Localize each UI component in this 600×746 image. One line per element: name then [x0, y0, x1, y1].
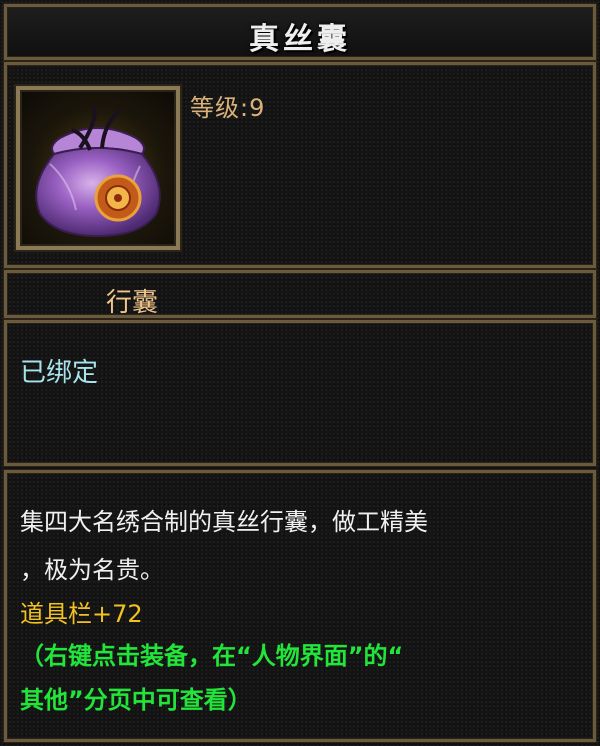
item-tooltip: 真丝囊 等级:9 行囊 已绑定 集四大名绣合制的真丝行囊，做工精美 ，极为名贵。…: [0, 0, 600, 746]
description-line-2: ，极为名贵。: [20, 556, 164, 584]
item-category: 行囊: [106, 288, 159, 318]
bind-status-box: [4, 320, 596, 466]
bind-status: 已绑定: [20, 358, 99, 388]
item-name: 真丝囊: [249, 22, 351, 57]
hint-line-1: （右键点击装备，在“人物界面”的“: [20, 642, 404, 670]
level-value: 9: [249, 94, 266, 122]
hint-line-2: 其他”分页中可查看）: [20, 686, 252, 714]
level-label: 等级: [190, 94, 240, 122]
category-row: [4, 270, 596, 318]
attribute-line: 道具栏+72: [20, 600, 143, 628]
silk-pouch-icon: [24, 98, 172, 246]
item-icon-frame: [16, 86, 180, 250]
description-line-1: 集四大名绣合制的真丝行囊，做工精美: [20, 508, 428, 536]
item-level: 等级:9: [190, 88, 265, 123]
level-separator: :: [240, 94, 250, 122]
